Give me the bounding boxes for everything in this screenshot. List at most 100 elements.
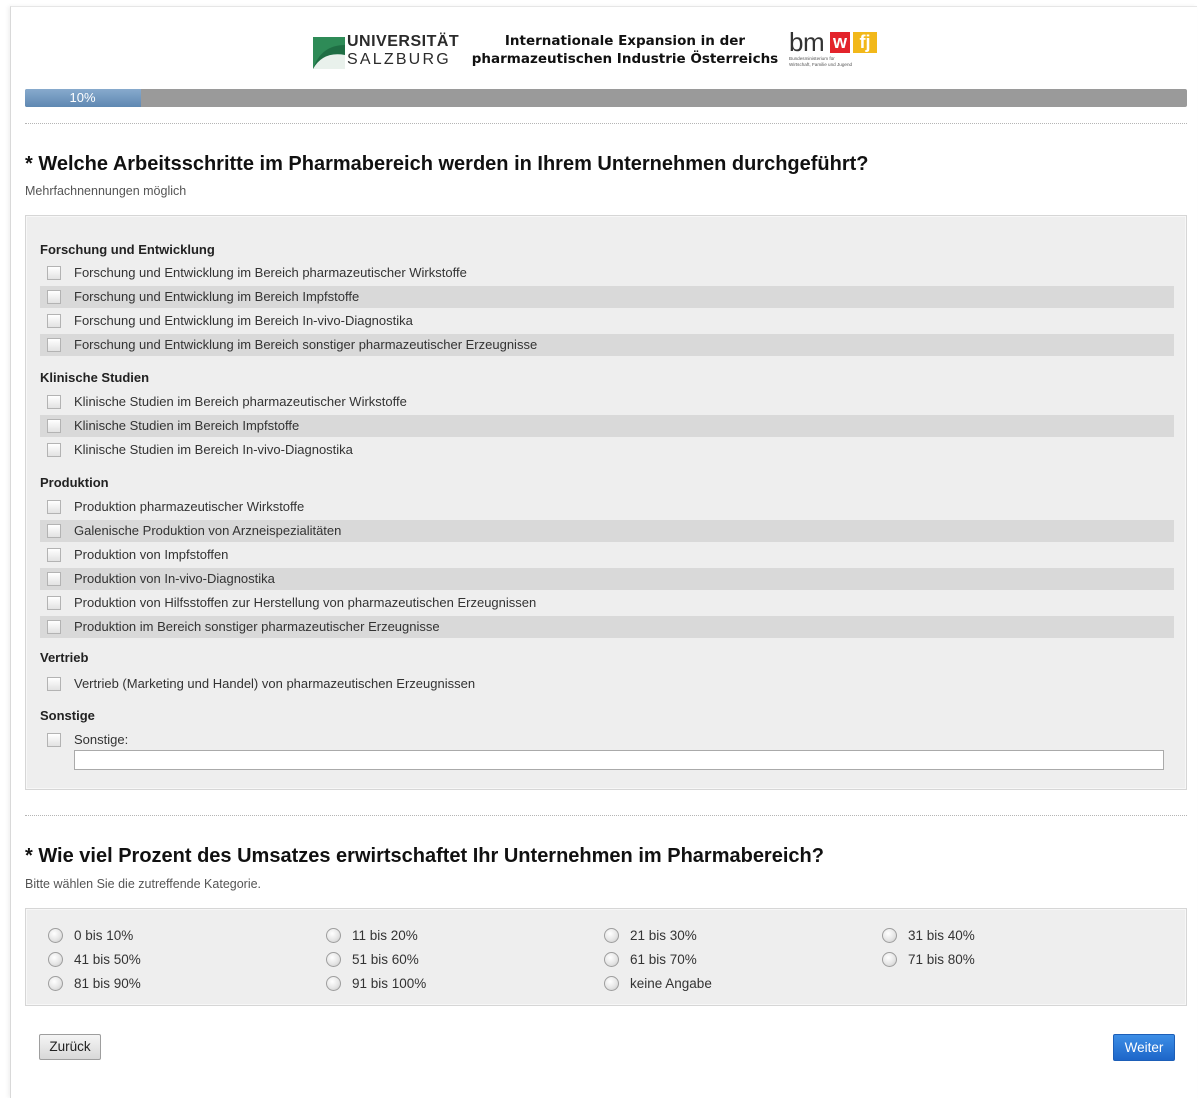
ministry-logo-fj: fj <box>853 32 877 53</box>
checkbox-option[interactable]: Produktion im Bereich sonstiger pharmaze… <box>40 616 1174 638</box>
ministry-logo-bm: bm <box>789 27 825 57</box>
checkbox-option[interactable]: Forschung und Entwicklung im Bereich pha… <box>40 262 1174 284</box>
checkbox-option[interactable]: Produktion von Impfstoffen <box>40 544 1174 566</box>
ministry-sub-line2: Wirtschaft, Familie und Jugend <box>789 62 853 67</box>
university-name-line1: UNIVERSITÄT <box>347 33 460 50</box>
radio-option[interactable]: 0 bis 10% <box>48 926 308 946</box>
next-button[interactable]: Weiter <box>1113 1034 1175 1061</box>
checkbox-option[interactable]: Sonstige: <box>40 729 1174 751</box>
radio-button[interactable] <box>48 952 63 967</box>
checkbox-option[interactable]: Forschung und Entwicklung im Bereich son… <box>40 334 1174 356</box>
radio-option[interactable]: 61 bis 70% <box>604 950 864 970</box>
checkbox[interactable] <box>47 443 61 457</box>
group-label: Forschung und Entwicklung <box>40 242 215 257</box>
ministry-logo: bm w fj Bundesministerium für Wirtschaft… <box>789 27 883 79</box>
checkbox[interactable] <box>47 290 61 304</box>
radio-label: 81 bis 90% <box>74 976 141 991</box>
radio-option[interactable]: 31 bis 40% <box>882 926 1142 946</box>
progress-bar: 10% <box>25 89 1187 107</box>
radio-button[interactable] <box>604 976 619 991</box>
checkbox-option[interactable]: Produktion von In-vivo-Diagnostika <box>40 568 1174 590</box>
radio-option[interactable]: 21 bis 30% <box>604 926 864 946</box>
group-label: Vertrieb <box>40 650 89 665</box>
radio-label: 91 bis 100% <box>352 976 427 991</box>
checkbox-option[interactable]: Galenische Produktion von Arzneispeziali… <box>40 520 1174 542</box>
question-1-hint: Mehrfachnennungen möglich <box>25 184 187 198</box>
checkbox[interactable] <box>47 620 61 634</box>
radio-button[interactable] <box>48 976 63 991</box>
checkbox[interactable] <box>47 596 61 610</box>
back-button[interactable]: Zurück <box>39 1034 101 1060</box>
checkbox-label: Klinische Studien im Bereich pharmazeuti… <box>74 394 407 409</box>
radio-button[interactable] <box>326 952 341 967</box>
checkbox[interactable] <box>47 314 61 328</box>
radio-button[interactable] <box>604 952 619 967</box>
checkbox-label: Produktion im Bereich sonstiger pharmaze… <box>74 619 440 634</box>
radio-label: 31 bis 40% <box>908 928 975 943</box>
checkbox[interactable] <box>47 338 61 352</box>
radio-label: 51 bis 60% <box>352 952 419 967</box>
radio-button[interactable] <box>48 928 63 943</box>
checkbox[interactable] <box>47 500 61 514</box>
checkbox[interactable] <box>47 733 61 747</box>
checkbox-label: Forschung und Entwicklung im Bereich Imp… <box>74 289 360 304</box>
radio-option[interactable]: 41 bis 50% <box>48 950 308 970</box>
question-2-hint: Bitte wählen Sie die zutreffende Kategor… <box>25 877 262 891</box>
checkbox-option[interactable]: Klinische Studien im Bereich Impfstoffe <box>40 415 1174 437</box>
ministry-logo-w: w <box>830 32 850 53</box>
survey-title: Internationale Expansion in der pharmaze… <box>463 32 787 68</box>
checkbox-option[interactable]: Produktion von Hilfsstoffen zur Herstell… <box>40 592 1174 614</box>
checkbox-option[interactable]: Vertrieb (Marketing und Handel) von phar… <box>40 673 1174 695</box>
university-salzburg-logo: UNIVERSITÄT SALZBURG <box>313 31 459 71</box>
checkbox[interactable] <box>47 548 61 562</box>
survey-title-line1: Internationale Expansion in der <box>504 33 746 49</box>
checkbox-option[interactable]: Forschung und Entwicklung im Bereich Imp… <box>40 286 1174 308</box>
radio-button[interactable] <box>326 976 341 991</box>
radio-button[interactable] <box>882 928 897 943</box>
radio-option[interactable]: 71 bis 80% <box>882 950 1142 970</box>
checkbox[interactable] <box>47 395 61 409</box>
checkbox-option[interactable]: Produktion pharmazeutischer Wirkstoffe <box>40 496 1174 518</box>
radio-option[interactable]: 81 bis 90% <box>48 974 308 994</box>
checkbox-option[interactable]: Klinische Studien im Bereich In-vivo-Dia… <box>40 439 1174 461</box>
other-text-input[interactable] <box>74 750 1164 770</box>
question-1-title: * Welche Arbeitsschritte im Pharmabereic… <box>25 153 869 175</box>
radio-label: 61 bis 70% <box>630 952 697 967</box>
checkbox-label: Forschung und Entwicklung im Bereich In-… <box>74 313 413 328</box>
radio-label: 21 bis 30% <box>630 928 697 943</box>
radio-label: keine Angabe <box>630 976 712 991</box>
checkbox-label: Forschung und Entwicklung im Bereich pha… <box>74 265 467 280</box>
radio-label: 11 bis 20% <box>352 928 418 943</box>
radio-option[interactable]: 11 bis 20% <box>326 926 586 946</box>
group-label: Sonstige <box>40 708 95 723</box>
checkbox[interactable] <box>47 572 61 586</box>
radio-button[interactable] <box>326 928 341 943</box>
checkbox-label: Klinische Studien im Bereich Impfstoffe <box>74 418 300 433</box>
ministry-logo-subtitle: Bundesministerium für Wirtschaft, Famili… <box>789 56 883 68</box>
divider <box>25 815 1187 816</box>
checkbox-label: Galenische Produktion von Arzneispeziali… <box>74 523 342 538</box>
checkbox[interactable] <box>47 677 61 691</box>
university-logo-mark-icon <box>313 37 345 69</box>
radio-option[interactable]: keine Angabe <box>604 974 864 994</box>
progress-label: 10% <box>69 90 96 105</box>
radio-option[interactable]: 51 bis 60% <box>326 950 586 970</box>
checkbox[interactable] <box>47 524 61 538</box>
divider <box>25 123 1187 124</box>
checkbox-label: Forschung und Entwicklung im Bereich son… <box>74 337 538 352</box>
checkbox-label: Produktion von In-vivo-Diagnostika <box>74 571 275 586</box>
checkbox[interactable] <box>47 266 61 280</box>
survey-page: UNIVERSITÄT SALZBURG Internationale Expa… <box>10 6 1197 1098</box>
checkbox[interactable] <box>47 419 61 433</box>
radio-option[interactable]: 91 bis 100% <box>326 974 586 994</box>
checkbox-option[interactable]: Forschung und Entwicklung im Bereich In-… <box>40 310 1174 332</box>
survey-title-line2: pharmazeutischen Industrie Österreichs <box>471 51 779 67</box>
checkbox-label: Produktion von Impfstoffen <box>74 547 229 562</box>
checkbox-label: Klinische Studien im Bereich In-vivo-Dia… <box>74 442 353 457</box>
radio-button[interactable] <box>882 952 897 967</box>
radio-button[interactable] <box>604 928 619 943</box>
university-name-line2: SALZBURG <box>347 51 451 68</box>
question-2-title: * Wie viel Prozent des Umsatzes erwirtsc… <box>25 845 824 867</box>
checkbox-option[interactable]: Klinische Studien im Bereich pharmazeuti… <box>40 391 1174 413</box>
page-header: UNIVERSITÄT SALZBURG Internationale Expa… <box>11 7 1197 85</box>
